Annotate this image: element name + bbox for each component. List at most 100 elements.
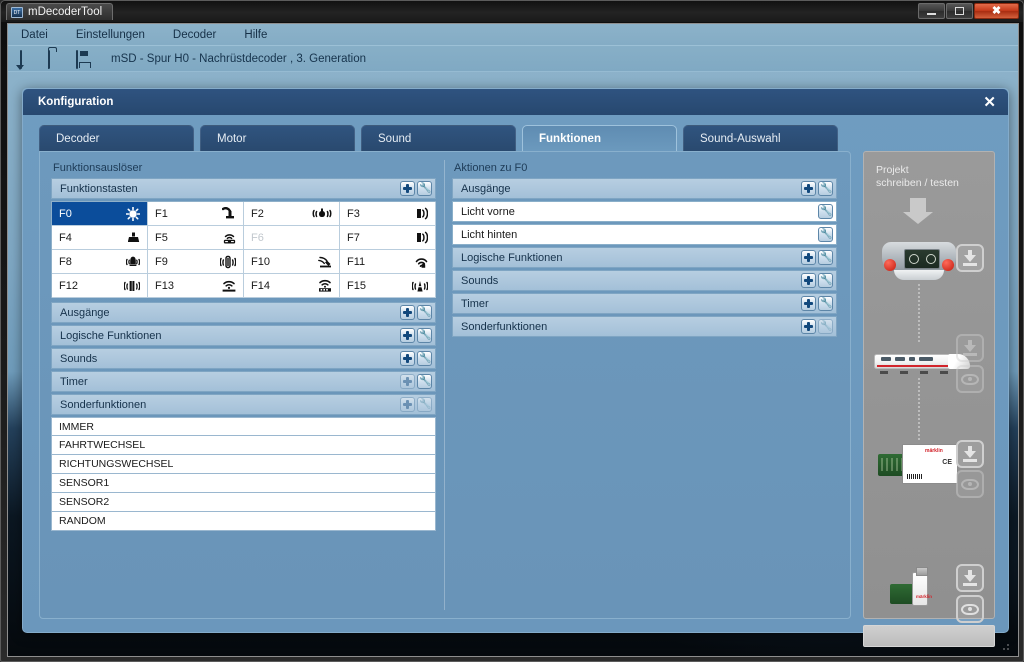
function-key-f11[interactable]: F11 bbox=[340, 250, 436, 274]
tab-motor[interactable]: Motor bbox=[200, 125, 355, 152]
left-group-sounds-add-button[interactable] bbox=[400, 351, 415, 366]
function-key-f10[interactable]: F10 bbox=[244, 250, 340, 274]
action-group-timer-add-button[interactable] bbox=[801, 296, 816, 311]
minimize-button[interactable] bbox=[918, 3, 945, 19]
menu-item-einstellungen[interactable]: Einstellungen bbox=[62, 24, 159, 46]
read-from-usb-button[interactable] bbox=[956, 595, 984, 623]
function-key-f12[interactable]: F12 bbox=[52, 274, 148, 298]
function-key-f14[interactable]: F14 bbox=[244, 274, 340, 298]
special-function-fahrtwechsel[interactable]: FAHRTWECHSEL bbox=[51, 436, 436, 455]
function-key-f7[interactable]: F7 bbox=[340, 226, 436, 250]
action-group-sounds-config-button[interactable]: 🔧 bbox=[818, 273, 833, 288]
left-group-logische-funktionen-config-button[interactable]: 🔧 bbox=[417, 328, 432, 343]
left-group-timer-add-button[interactable] bbox=[400, 374, 415, 389]
window-titlebar[interactable]: DT mDecoderTool ✖ bbox=[1, 1, 1023, 22]
brand-logo: märklin bbox=[925, 448, 943, 454]
left-group-ausgange[interactable]: Ausgänge 🔧 bbox=[51, 302, 436, 323]
special-function-random[interactable]: RANDOM bbox=[51, 512, 436, 531]
menu-item-decoder[interactable]: Decoder bbox=[159, 24, 230, 46]
wrench-icon: 🔧 bbox=[820, 183, 833, 194]
tab-funktionen[interactable]: Funktionen bbox=[522, 125, 677, 152]
special-function-immer[interactable]: IMMER bbox=[51, 417, 436, 436]
left-group-sonderfunktionen[interactable]: Sonderfunktionen 🔧 bbox=[51, 394, 436, 415]
funktionstasten-group-header[interactable]: Funktionstasten 🔧 bbox=[51, 178, 436, 199]
write-to-usb-button[interactable] bbox=[956, 564, 984, 592]
function-key-label: F7 bbox=[347, 231, 360, 244]
funktionstasten-config-button[interactable]: 🔧 bbox=[417, 181, 432, 196]
function-key-f1[interactable]: F1 bbox=[148, 202, 244, 226]
special-function-richtungswechsel[interactable]: RICHTUNGSWECHSEL bbox=[51, 455, 436, 474]
action-group-ausgange[interactable]: Ausgänge 🔧 bbox=[452, 178, 837, 199]
action-item-licht-vorne-config-button[interactable]: 🔧 bbox=[818, 204, 833, 219]
wrench-icon: 🔧 bbox=[419, 353, 432, 364]
funktionsausloeser-column: Funktionsauslöser Funktionstasten 🔧 F0 F… bbox=[51, 162, 436, 531]
function-key-f0[interactable]: F0 bbox=[52, 202, 148, 226]
window-close-button[interactable]: ✖ bbox=[974, 3, 1019, 19]
telex-coupler-icon bbox=[128, 232, 140, 243]
action-group-sounds[interactable]: Sounds 🔧 bbox=[452, 270, 837, 291]
function-key-f15[interactable]: F15 bbox=[340, 274, 436, 298]
action-group-sonderfunktionen-config-button[interactable]: 🔧 bbox=[818, 319, 833, 334]
menu-item-datei[interactable]: Datei bbox=[8, 24, 62, 46]
left-group-sounds-config-button[interactable]: 🔧 bbox=[417, 351, 432, 366]
save-disk-icon bbox=[76, 49, 78, 69]
write-to-central-station-button[interactable] bbox=[956, 244, 984, 272]
write-to-locomotive-button[interactable] bbox=[956, 334, 984, 362]
action-group-sounds-add-button[interactable] bbox=[801, 273, 816, 288]
left-group-ausgange-config-button[interactable]: 🔧 bbox=[417, 305, 432, 320]
action-group-sonderfunktionen-add-button[interactable] bbox=[801, 319, 816, 334]
function-key-f6[interactable]: F6 bbox=[244, 226, 340, 250]
action-group-logische-funktionen[interactable]: Logische Funktionen 🔧 bbox=[452, 247, 837, 268]
action-group-timer[interactable]: Timer 🔧 bbox=[452, 293, 837, 314]
resize-grip[interactable] bbox=[1000, 641, 1010, 651]
tab-decoder[interactable]: Decoder bbox=[39, 125, 194, 152]
read-from-locomotive-button[interactable] bbox=[956, 365, 984, 393]
action-group-sonderfunktionen[interactable]: Sonderfunktionen 🔧 bbox=[452, 316, 837, 337]
tab-sound[interactable]: Sound bbox=[361, 125, 516, 152]
left-group-label: Sonderfunktionen bbox=[60, 398, 147, 411]
left-group-logische-funktionen-add-button[interactable] bbox=[400, 328, 415, 343]
left-group-ausgange-add-button[interactable] bbox=[400, 305, 415, 320]
left-group-timer[interactable]: Timer 🔧 bbox=[51, 371, 436, 392]
left-group-sonderfunktionen-add-button[interactable] bbox=[400, 397, 415, 412]
function-key-f9[interactable]: F9 bbox=[148, 250, 244, 274]
window-title: mDecoderTool bbox=[28, 6, 103, 18]
left-group-timer-config-button[interactable]: 🔧 bbox=[417, 374, 432, 389]
dialog-close-button[interactable]: ✕ bbox=[981, 95, 998, 110]
function-key-f5[interactable]: F5 bbox=[148, 226, 244, 250]
function-key-label: F6 bbox=[251, 231, 264, 244]
left-group-logische-funktionen[interactable]: Logische Funktionen 🔧 bbox=[51, 325, 436, 346]
left-group-label: Ausgänge bbox=[60, 306, 110, 319]
action-group-logische-funktionen-add-button[interactable] bbox=[801, 250, 816, 265]
left-group-sounds[interactable]: Sounds 🔧 bbox=[51, 348, 436, 369]
wrench-icon: 🔧 bbox=[820, 252, 833, 263]
action-group-ausgange-add-button[interactable] bbox=[801, 181, 816, 196]
action-item-licht-hinten[interactable]: Licht hinten 🔧 bbox=[452, 224, 837, 245]
function-key-f8[interactable]: F8 bbox=[52, 250, 148, 274]
read-from-decoder-button[interactable] bbox=[956, 470, 984, 498]
new-document-button[interactable] bbox=[20, 49, 37, 69]
function-key-f4[interactable]: F4 bbox=[52, 226, 148, 250]
project-label: mSD - Spur H0 - Nachrüstdecoder , 3. Gen… bbox=[111, 52, 367, 65]
special-function-sensor1[interactable]: SENSOR1 bbox=[51, 474, 436, 493]
function-key-f13[interactable]: F13 bbox=[148, 274, 244, 298]
barcode-icon bbox=[907, 474, 923, 479]
action-group-ausgange-config-button[interactable]: 🔧 bbox=[818, 181, 833, 196]
action-item-licht-vorne[interactable]: Licht vorne 🔧 bbox=[452, 201, 837, 222]
function-key-f3[interactable]: F3 bbox=[340, 202, 436, 226]
write-to-decoder-button[interactable] bbox=[956, 440, 984, 468]
open-folder-button[interactable] bbox=[48, 49, 65, 69]
menu-item-hilfe[interactable]: Hilfe bbox=[230, 24, 281, 46]
maximize-button[interactable] bbox=[946, 3, 973, 19]
action-group-timer-config-button[interactable]: 🔧 bbox=[818, 296, 833, 311]
action-group-logische-funktionen-config-button[interactable]: 🔧 bbox=[818, 250, 833, 265]
funktionstasten-add-button[interactable] bbox=[400, 181, 415, 196]
action-item-licht-hinten-config-button[interactable]: 🔧 bbox=[818, 227, 833, 242]
special-function-sensor2[interactable]: SENSOR2 bbox=[51, 493, 436, 512]
tab-sound-auswahl[interactable]: Sound-Auswahl bbox=[683, 125, 838, 152]
save-button[interactable] bbox=[76, 49, 93, 69]
wrench-icon: 🔧 bbox=[419, 183, 432, 194]
left-group-sonderfunktionen-config-button[interactable]: 🔧 bbox=[417, 397, 432, 412]
function-key-label: F12 bbox=[59, 279, 78, 292]
function-key-f2[interactable]: F2 bbox=[244, 202, 340, 226]
